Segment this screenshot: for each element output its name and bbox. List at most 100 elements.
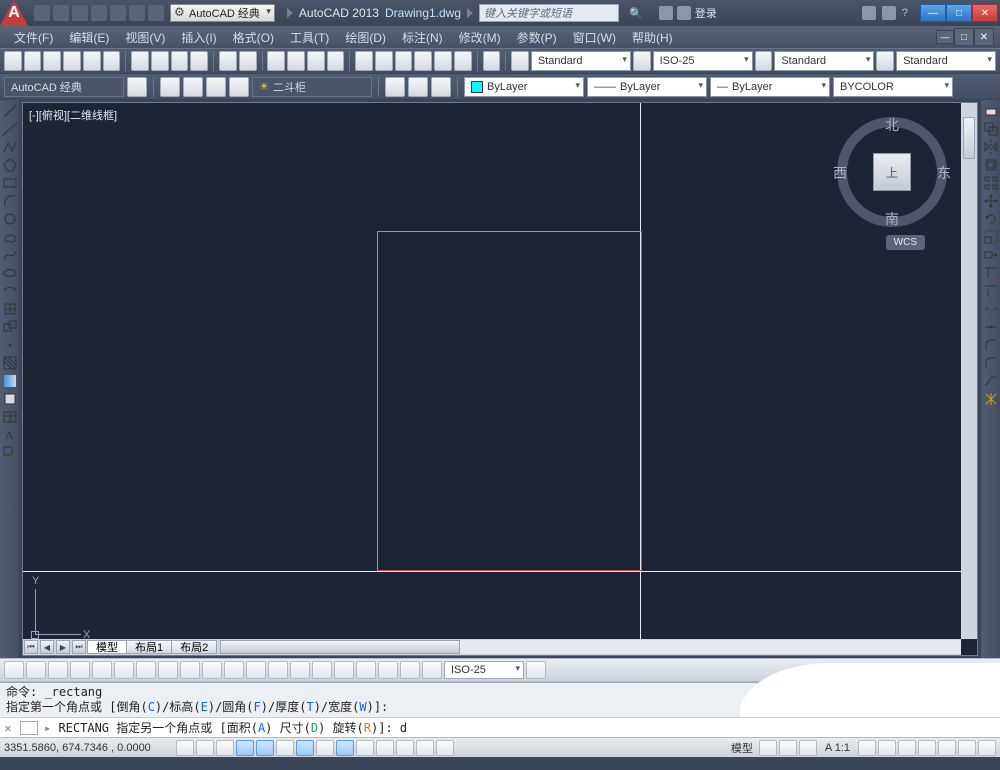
copy-icon[interactable] [151,51,169,71]
exchange-icon[interactable] [862,6,876,20]
tab-first-icon[interactable]: ⏮ [24,640,38,654]
menu-view[interactable]: 视图(V) [117,27,173,48]
textstyle-icon[interactable] [511,51,529,71]
dimspc-icon[interactable] [246,661,266,679]
revcloud-icon[interactable] [2,229,18,245]
layer-iso-icon[interactable] [431,77,451,97]
isolate-icon[interactable] [958,740,976,756]
insert-icon[interactable] [2,301,18,317]
dimstyle-combo[interactable]: ISO-25 [653,51,753,71]
tab-layout2[interactable]: 布局2 [171,640,217,654]
tab-next-icon[interactable]: ▶ [56,640,70,654]
quickview-l-icon[interactable] [759,740,777,756]
help-icon[interactable]: ? [902,7,908,19]
paste-icon[interactable] [171,51,189,71]
maximize-button[interactable]: □ [946,4,972,22]
tablestyle-icon[interactable] [755,51,773,71]
open-icon[interactable] [24,51,42,71]
pan-icon[interactable] [267,51,285,71]
print-icon[interactable] [63,51,81,71]
coords-readout[interactable]: 3351.5860, 674.7346 , 0.0000 [4,742,174,754]
dimstyle-icon[interactable] [633,51,651,71]
redo2-icon[interactable] [239,51,257,71]
menu-dimension[interactable]: 标注(N) [394,27,451,48]
osnap-toggle[interactable] [256,740,274,756]
annoscale-icon[interactable] [799,740,817,756]
extend-icon[interactable] [983,283,999,299]
doc-close-button[interactable]: ✕ [974,28,994,46]
save-icon[interactable] [43,51,61,71]
tool-icon[interactable] [395,51,413,71]
undo2-icon[interactable] [219,51,237,71]
qat-undo-icon[interactable] [129,5,145,21]
tolerance-icon[interactable] [290,661,310,679]
am-toggle[interactable] [436,740,454,756]
3dosnap-toggle[interactable] [276,740,294,756]
region-icon[interactable] [2,391,18,407]
table-icon[interactable] [2,409,18,425]
sc-toggle[interactable] [416,740,434,756]
annoauto-icon[interactable] [878,740,896,756]
ortho-toggle[interactable] [216,740,234,756]
polar-toggle[interactable] [236,740,254,756]
mirror-icon[interactable] [983,139,999,155]
preview-icon[interactable] [83,51,101,71]
search-icon[interactable]: 🔍 [629,7,643,20]
circle-icon[interactable] [2,211,18,227]
markup-icon[interactable] [434,51,452,71]
doc-minimize-button[interactable]: — [936,30,954,44]
dimrad-icon[interactable] [92,661,112,679]
dimcont-icon[interactable] [224,661,244,679]
menu-insert[interactable]: 插入(I) [173,27,224,48]
viewcube-top-face[interactable]: 上 [873,153,911,191]
space-label[interactable]: 模型 [727,740,757,756]
dimlinear-icon[interactable] [4,661,24,679]
hardware-icon[interactable] [938,740,956,756]
workspace-combo[interactable]: AutoCAD 经典 [170,4,275,22]
dimbrk-icon[interactable] [268,661,288,679]
offset-icon[interactable] [983,157,999,173]
zoomwin-icon[interactable] [307,51,325,71]
move-icon[interactable] [983,193,999,209]
cmd-close-icon[interactable]: ✕ [0,721,16,735]
grid-toggle[interactable] [196,740,214,756]
lineweight-combo[interactable]: —ByLayer [710,77,830,97]
anno-scale[interactable]: A 1:1 [819,742,856,754]
dimjog-icon[interactable] [114,661,134,679]
layer-on-icon[interactable] [183,77,203,97]
rotate-icon[interactable] [983,211,999,227]
centermk-icon[interactable] [312,661,332,679]
dimstyle2-combo[interactable]: ISO-25 [444,661,524,679]
fillet-icon[interactable] [983,355,999,371]
viewcube-north[interactable]: 北 [885,115,899,135]
dimqck-icon[interactable] [180,661,200,679]
snap-toggle[interactable] [176,740,194,756]
trim-icon[interactable] [983,265,999,281]
qat-redo-icon[interactable] [148,5,164,21]
calc-icon[interactable] [454,51,472,71]
viewport-label[interactable]: [-][俯视][二维线框] [29,107,117,123]
qat-plot-icon[interactable] [110,5,126,21]
minimize-button[interactable]: — [920,4,946,22]
viewcube-south[interactable]: 南 [885,209,899,229]
dimstylemgr-icon[interactable] [526,661,546,679]
dimord-icon[interactable] [70,661,90,679]
viewport-scrollbar-h[interactable] [220,640,961,654]
dimupd-icon[interactable] [422,661,442,679]
menu-window[interactable]: 窗口(W) [565,27,624,48]
ellipse-icon[interactable] [2,265,18,281]
xline-icon[interactable] [2,121,18,137]
layer-combo[interactable]: ☀二斗柜 [252,77,372,97]
mlstyle-icon[interactable] [876,51,894,71]
layer-lock-icon[interactable] [229,77,249,97]
lwt-toggle[interactable] [356,740,374,756]
dimang-icon[interactable] [158,661,178,679]
dimdia-icon[interactable] [136,661,156,679]
point-icon[interactable] [2,337,18,353]
mlstyle-combo[interactable]: Standard [896,51,996,71]
layer-props-icon[interactable] [160,77,180,97]
menu-format[interactable]: 格式(O) [225,27,282,48]
block-icon[interactable] [2,319,18,335]
layer-freeze-icon[interactable] [206,77,226,97]
explode-icon[interactable] [983,391,999,407]
